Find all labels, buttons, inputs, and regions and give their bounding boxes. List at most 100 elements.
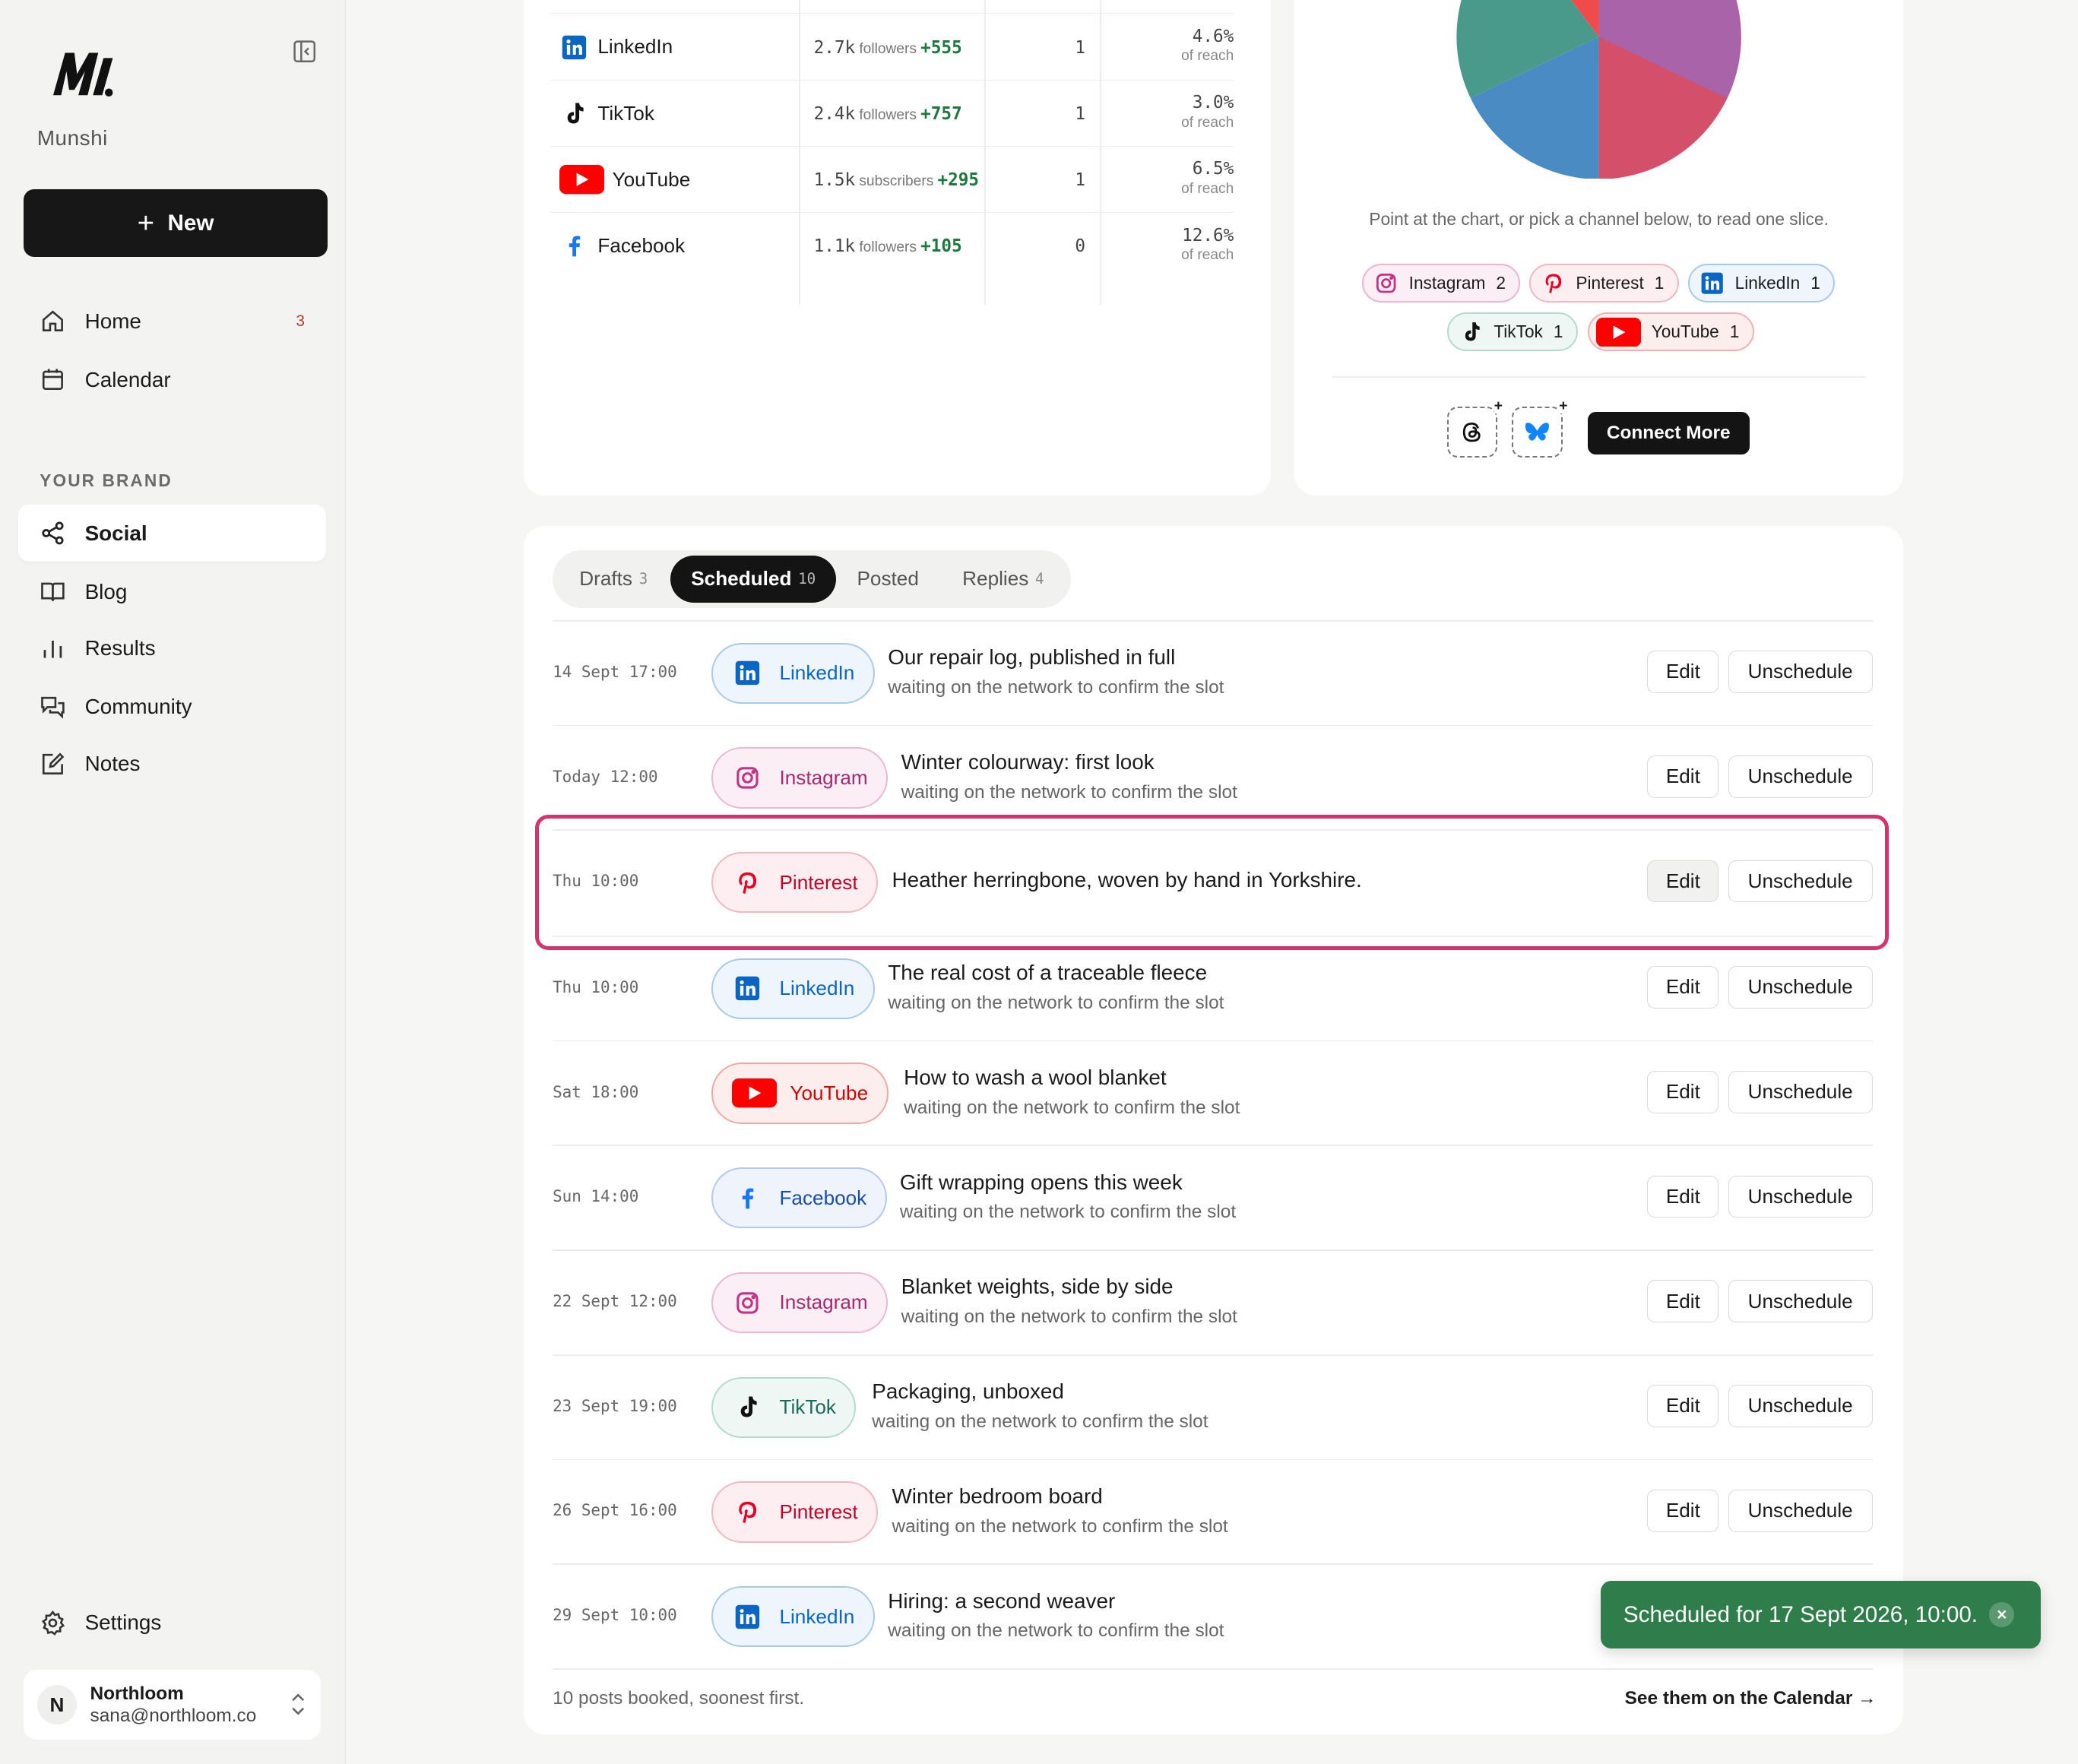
new-button[interactable]: + New [24,189,328,258]
post-time: 26 Sept 16:00 [553,1501,677,1520]
network-name: LinkedIn [597,35,673,59]
add-threads-button[interactable]: + [1447,399,1503,458]
edit-button[interactable]: Edit [1647,966,1719,1009]
post-time: 23 Sept 19:00 [553,1396,677,1415]
edit-button[interactable]: Edit [1647,1175,1719,1218]
instagram-icon [1376,273,1396,293]
add-bluesky-button[interactable]: + [1512,399,1568,458]
tab-label: Drafts [579,567,632,591]
nav-results[interactable]: Results [18,620,326,677]
follower-unit: subscribers [859,173,934,190]
nav-calendar[interactable]: Calendar [18,351,326,408]
network-chip-facebook[interactable]: Facebook [711,1167,887,1229]
tab-drafts[interactable]: Drafts 3 [558,556,669,603]
close-icon[interactable]: × [1989,1602,2015,1628]
network-chip-tiktok[interactable]: TikTok [711,1376,857,1438]
book-icon [41,582,65,601]
scheduled-post-row[interactable]: Thu 10:00 LinkedIn The real cost of a tr… [553,936,1873,1040]
munshi-logo[interactable] [48,45,117,100]
youtube-icon [1595,317,1641,347]
nav-community[interactable]: Community [18,679,326,736]
unschedule-button[interactable]: Unschedule [1728,651,1873,693]
chip-youtube[interactable]: YouTube 1 [1587,312,1754,352]
reach-label: of reach [1181,48,1234,65]
follower-value: 1.5k [813,170,856,191]
tab-label: Replies [962,567,1029,591]
pinterest-icon [739,1501,757,1523]
edit-button[interactable]: Edit [1647,755,1719,798]
edit-button[interactable]: Edit [1647,1489,1719,1532]
unschedule-button[interactable]: Unschedule [1728,1385,1873,1427]
unschedule-button[interactable]: Unschedule [1728,1489,1873,1532]
collapse-sidebar-icon[interactable] [293,40,316,63]
scheduled-post-row[interactable]: 22 Sept 12:00 Instagram Blanket weights,… [553,1249,1873,1354]
chat-icon [41,696,65,719]
post-count: 1 [1075,103,1085,124]
edit-button[interactable]: Edit [1647,1385,1719,1427]
account-switcher[interactable]: N Northloom sana@northloom.co [24,1669,321,1740]
post-time: Sat 18:00 [553,1082,639,1101]
instagram-icon [736,767,759,789]
chip-count: 1 [1553,321,1563,342]
chip-tiktok[interactable]: TikTok 1 [1447,312,1578,352]
scheduled-post-row[interactable]: Today 12:00 Instagram Winter colourway: … [553,725,1873,830]
network-chip-instagram[interactable]: Instagram [711,1272,889,1334]
tab-posted[interactable]: Posted [840,556,936,603]
network-chip-pinterest[interactable]: Pinterest [711,1481,879,1543]
stats-row-linkedin[interactable]: LinkedIn 2.7k followers +555 1 4.6% of reac… [550,13,1234,79]
post-count: 1 [1075,37,1085,58]
scheduled-post-row[interactable]: 23 Sept 19:00 TikTok Packaging, unboxed … [553,1354,1873,1459]
scheduled-post-row[interactable]: 14 Sept 17:00 LinkedIn Our repair log, p… [553,620,1873,725]
pinterest-icon [1545,274,1562,293]
tab-replies[interactable]: Replies 4 [945,556,1061,603]
nav-social-label: Social [84,521,147,545]
post-title: How to wash a wool blanket [904,1065,1167,1089]
scheduled-post-row[interactable]: Sun 14:00 Facebook Gift wrapping opens t… [553,1145,1873,1249]
reach-value: 3.0% [1192,93,1234,113]
channel-pie-chart[interactable] [1456,0,1742,179]
tiktok-icon [740,1396,757,1417]
network-chip-linkedin[interactable]: LinkedIn [711,958,875,1019]
post-status: waiting on the network to confirm the sl… [904,1097,1240,1118]
edit-button[interactable]: Edit [1647,1280,1719,1323]
edit-button[interactable]: Edit [1647,651,1719,693]
network-chip-linkedin[interactable]: LinkedIn [711,642,875,704]
stats-row-tiktok[interactable]: TikTok 2.4k followers +757 1 3.0% of reach [550,79,1234,146]
nav-home[interactable]: Home 3 [18,293,326,350]
network-chip-youtube[interactable]: YouTube [711,1063,889,1124]
nav-settings[interactable]: Settings [18,1595,326,1652]
brand-name: Munshi [36,125,108,150]
chip-pinterest[interactable]: Pinterest 1 [1529,263,1679,302]
connect-more-button[interactable]: Connect More [1587,412,1750,455]
network-chip-instagram[interactable]: Instagram [711,747,889,809]
chip-linkedin[interactable]: LinkedIn 1 [1688,263,1836,302]
calendar-link[interactable]: See them on the Calendar → [1625,1688,1877,1709]
follower-count: 2.7k followers +555 [814,38,987,58]
unschedule-button[interactable]: Unschedule [1728,1070,1873,1113]
unschedule-button[interactable]: Unschedule [1728,755,1873,798]
nav-notes-label: Notes [84,752,141,776]
linkedin-icon [735,977,760,1001]
post-title: Our repair log, published in full [888,645,1176,670]
follower-delta: +295 [937,170,980,191]
unschedule-button[interactable]: Unschedule [1728,966,1873,1009]
edit-button[interactable]: Edit [1647,1070,1719,1113]
scheduled-post-row[interactable]: 26 Sept 16:00 Pinterest Winter bedroom b… [553,1459,1873,1564]
stats-row-facebook[interactable]: Facebook 1.1k followers +105 0 12.6% of rea… [550,211,1234,278]
bluesky-icon [1525,422,1550,441]
network-chip-linkedin[interactable]: LinkedIn [711,1586,875,1648]
follower-unit: followers [859,40,917,57]
nav-community-label: Community [84,695,192,719]
network-label: Instagram [779,1291,868,1314]
nav-blog[interactable]: Blog [18,563,326,620]
unschedule-button[interactable]: Unschedule [1728,1175,1873,1218]
unschedule-button[interactable]: Unschedule [1728,1280,1873,1323]
nav-notes[interactable]: Notes [18,736,326,793]
plus-icon: + [137,206,155,239]
scheduled-post-row[interactable]: Sat 18:00 YouTube How to wash a wool bla… [553,1040,1873,1145]
youtube-icon [731,1078,777,1108]
tab-scheduled[interactable]: Scheduled 10 [670,555,837,603]
nav-social[interactable]: Social [18,505,326,562]
chip-instagram[interactable]: Instagram 2 [1362,263,1521,302]
stats-row-youtube[interactable]: YouTube 1.5k subscribers +295 1 6.5% of rea… [550,145,1234,212]
